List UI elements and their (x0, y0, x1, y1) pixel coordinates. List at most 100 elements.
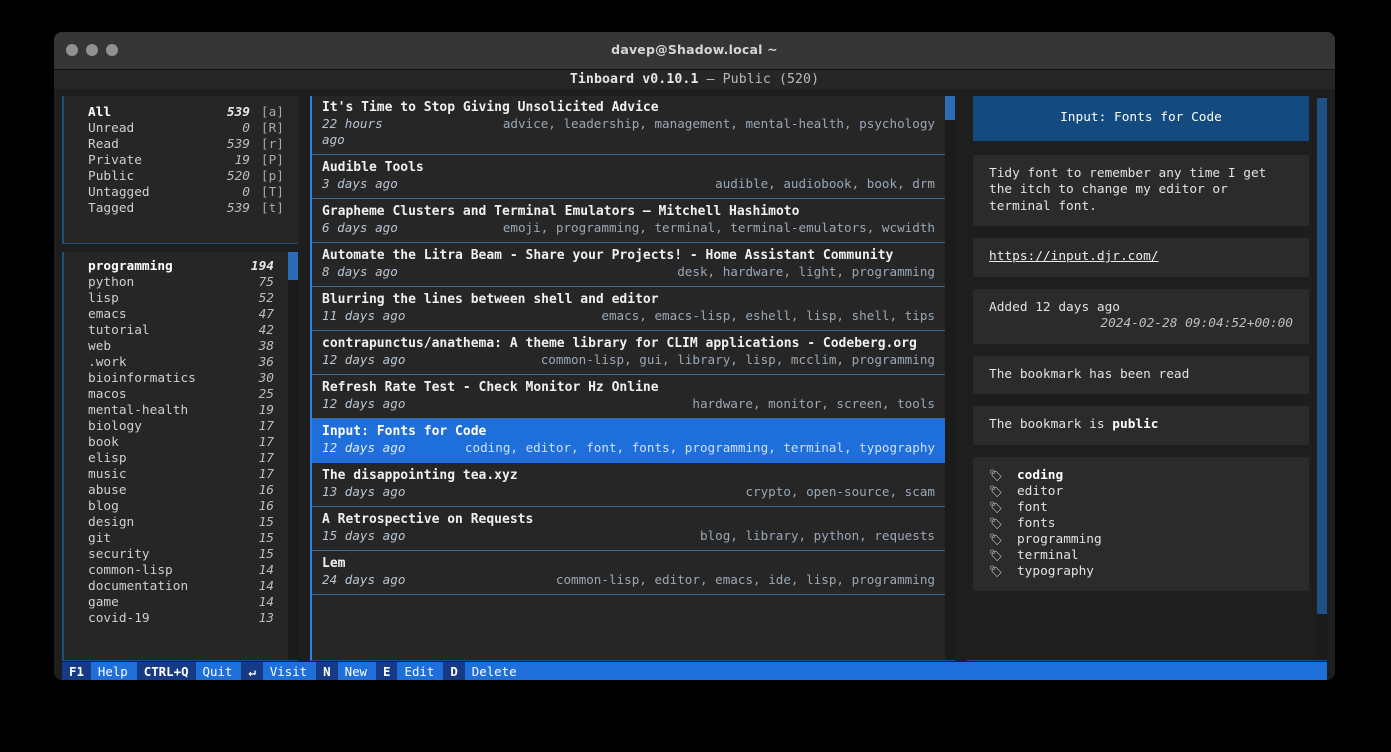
tag-item[interactable]: python 75 (64, 275, 298, 291)
details-tag-item[interactable]: 🏷 fonts (989, 516, 1293, 532)
filter-label: Read (88, 137, 119, 152)
footer-key-quit[interactable]: CTRL+Q (136, 662, 196, 680)
bookmark-row[interactable]: Lem 24 days ago common-lisp, editor, emacs… (312, 551, 945, 595)
footer-key-help[interactable]: F1 (62, 662, 91, 680)
tag-label: biology (88, 419, 142, 434)
filter-item-all[interactable]: All 539 [a] (64, 105, 298, 121)
bookmark-date: 12 days ago (322, 352, 406, 367)
bookmark-row[interactable]: The disappointing tea.xyz 13 days ago cryp… (312, 463, 945, 507)
tag-item[interactable]: design 15 (64, 515, 298, 531)
bookmark-tags: blog, library, python, requests (699, 528, 935, 543)
filter-count: 539 (226, 105, 250, 120)
tag-item[interactable]: bioinformatics 30 (64, 371, 298, 387)
tag-item[interactable]: emacs 47 (64, 307, 298, 323)
tag-icon: 🏷 (989, 500, 1003, 514)
details-tag-item[interactable]: 🏷 terminal (989, 548, 1293, 564)
footer-label-visit[interactable]: Visit (262, 662, 317, 680)
footer-label-new[interactable]: New (337, 662, 377, 680)
tag-label: python (88, 275, 135, 290)
tag-icon: 🏷 (989, 564, 1003, 578)
tag-item[interactable]: mental-health 19 (64, 403, 298, 419)
app-header-separator: — (706, 72, 715, 87)
tag-item[interactable]: covid-19 13 (64, 611, 298, 627)
filter-item-untagged[interactable]: Untagged 0 [T] (64, 185, 298, 201)
tag-item[interactable]: security 15 (64, 547, 298, 563)
details-added-label: Added 12 days ago (989, 299, 1120, 315)
footer-key-new[interactable]: N (316, 662, 338, 680)
footer-label-edit[interactable]: Edit (397, 662, 444, 680)
details-tag-item[interactable]: 🏷 typography (989, 564, 1293, 580)
footer-key-delete[interactable]: D (443, 662, 465, 680)
tag-item[interactable]: elisp 17 (64, 451, 298, 467)
window-titlebar: davep@Shadow.local ~ (54, 32, 1335, 70)
details-visibility: The bookmark is public (973, 406, 1309, 445)
footer-label-delete[interactable]: Delete (464, 662, 526, 680)
tag-item[interactable]: music 17 (64, 467, 298, 483)
bookmark-date: 6 days ago (322, 220, 398, 235)
tag-item[interactable]: game 14 (64, 595, 298, 611)
bookmark-row[interactable]: Audible Tools 3 days ago audible, audioboo… (312, 155, 945, 199)
bookmark-meta: 6 days ago emoji, programming, terminal, … (322, 220, 935, 236)
footer-key-edit[interactable]: E (376, 662, 398, 680)
tag-item[interactable]: .work 36 (64, 355, 298, 371)
app-name: Tinboard (569, 72, 635, 87)
footer-label-help[interactable]: Help (90, 662, 137, 680)
details-tag-item[interactable]: 🏷 programming (989, 532, 1293, 548)
details-tag-item[interactable]: 🏷 editor (989, 484, 1293, 500)
tag-item[interactable]: common-lisp 14 (64, 563, 298, 579)
tag-item[interactable]: blog 16 (64, 499, 298, 515)
details-tag-item[interactable]: 🏷 font (989, 500, 1293, 516)
tag-item[interactable]: lisp 52 (64, 291, 298, 307)
tag-count: 13 (258, 611, 274, 626)
filter-item-tagged[interactable]: Tagged 539 [t] (64, 201, 298, 217)
tag-item[interactable]: documentation 14 (64, 579, 298, 595)
filter-count: 19 (234, 153, 250, 168)
tag-list-scrollbar[interactable] (288, 252, 298, 660)
tag-label: lisp (88, 291, 119, 306)
filter-item-unread[interactable]: Unread 0 [R] (64, 121, 298, 137)
filter-count: 0 (242, 121, 250, 136)
bookmark-row[interactable]: Blurring the lines between shell and edi… (312, 287, 945, 331)
details-tag-item[interactable]: 🏷 coding (989, 468, 1293, 484)
tag-count: 47 (258, 307, 274, 322)
tag-label: bioinformatics (88, 371, 196, 386)
tag-label: abuse (88, 483, 127, 498)
bookmark-row[interactable]: It's Time to Stop Giving Unsolicited Adv… (312, 96, 945, 155)
bookmark-date: 3 days ago (322, 176, 398, 191)
filter-count: 0 (242, 185, 250, 200)
details-scroll-thumb[interactable] (1317, 98, 1327, 614)
app-header: Tinboard v0.10.1 — Public (520) (54, 70, 1335, 89)
filter-item-private[interactable]: Private 19 [P] (64, 153, 298, 169)
bookmark-row[interactable]: Grapheme Clusters and Terminal Emulators… (312, 199, 945, 243)
details-read-status: The bookmark has been read (973, 355, 1309, 394)
bookmark-list-scrollbar[interactable] (945, 96, 955, 660)
bookmark-row[interactable]: contrapunctus/anathema: A theme library … (312, 331, 945, 375)
filter-item-public[interactable]: Public 520 [p] (64, 169, 298, 185)
bookmark-row[interactable]: Input: Fonts for Code 12 days ago coding, … (312, 419, 945, 463)
bookmark-row[interactable]: Refresh Rate Test - Check Monitor Hz Onl… (312, 375, 945, 419)
bookmark-meta: 8 days ago desk, hardware, light, program… (322, 264, 935, 280)
details-url-link[interactable]: https://input.djr.com/ (989, 249, 1159, 264)
bookmark-row[interactable]: Automate the Litra Beam - Share your Pro… (312, 243, 945, 287)
details-tag-label: editor (1016, 483, 1064, 499)
bookmark-list-scroll-thumb[interactable] (945, 96, 955, 120)
tag-item[interactable]: programming 194 (64, 259, 298, 275)
footer-key-visit[interactable]: ↵ (241, 662, 263, 680)
tag-list-scroll-thumb[interactable] (288, 252, 298, 280)
filter-label: Public (88, 169, 135, 184)
tag-item[interactable]: book 17 (64, 435, 298, 451)
tag-item[interactable]: web 38 (64, 339, 298, 355)
tag-item[interactable]: abuse 16 (64, 483, 298, 499)
tag-count: 30 (258, 371, 274, 386)
tag-item[interactable]: macos 25 (64, 387, 298, 403)
tag-label: programming (88, 259, 173, 274)
details-scrollbar[interactable] (1317, 96, 1327, 660)
filter-label: Untagged (88, 185, 150, 200)
tag-item[interactable]: tutorial 42 (64, 323, 298, 339)
filter-item-read[interactable]: Read 539 [r] (64, 137, 298, 153)
tag-item[interactable]: biology 17 (64, 419, 298, 435)
tag-item[interactable]: git 15 (64, 531, 298, 547)
bookmark-row[interactable]: A Retrospective on Requests 15 days ago bl… (312, 507, 945, 551)
bookmark-tags: common-lisp, editor, emacs, ide, lisp, p… (555, 572, 935, 587)
footer-label-quit[interactable]: Quit (195, 662, 242, 680)
